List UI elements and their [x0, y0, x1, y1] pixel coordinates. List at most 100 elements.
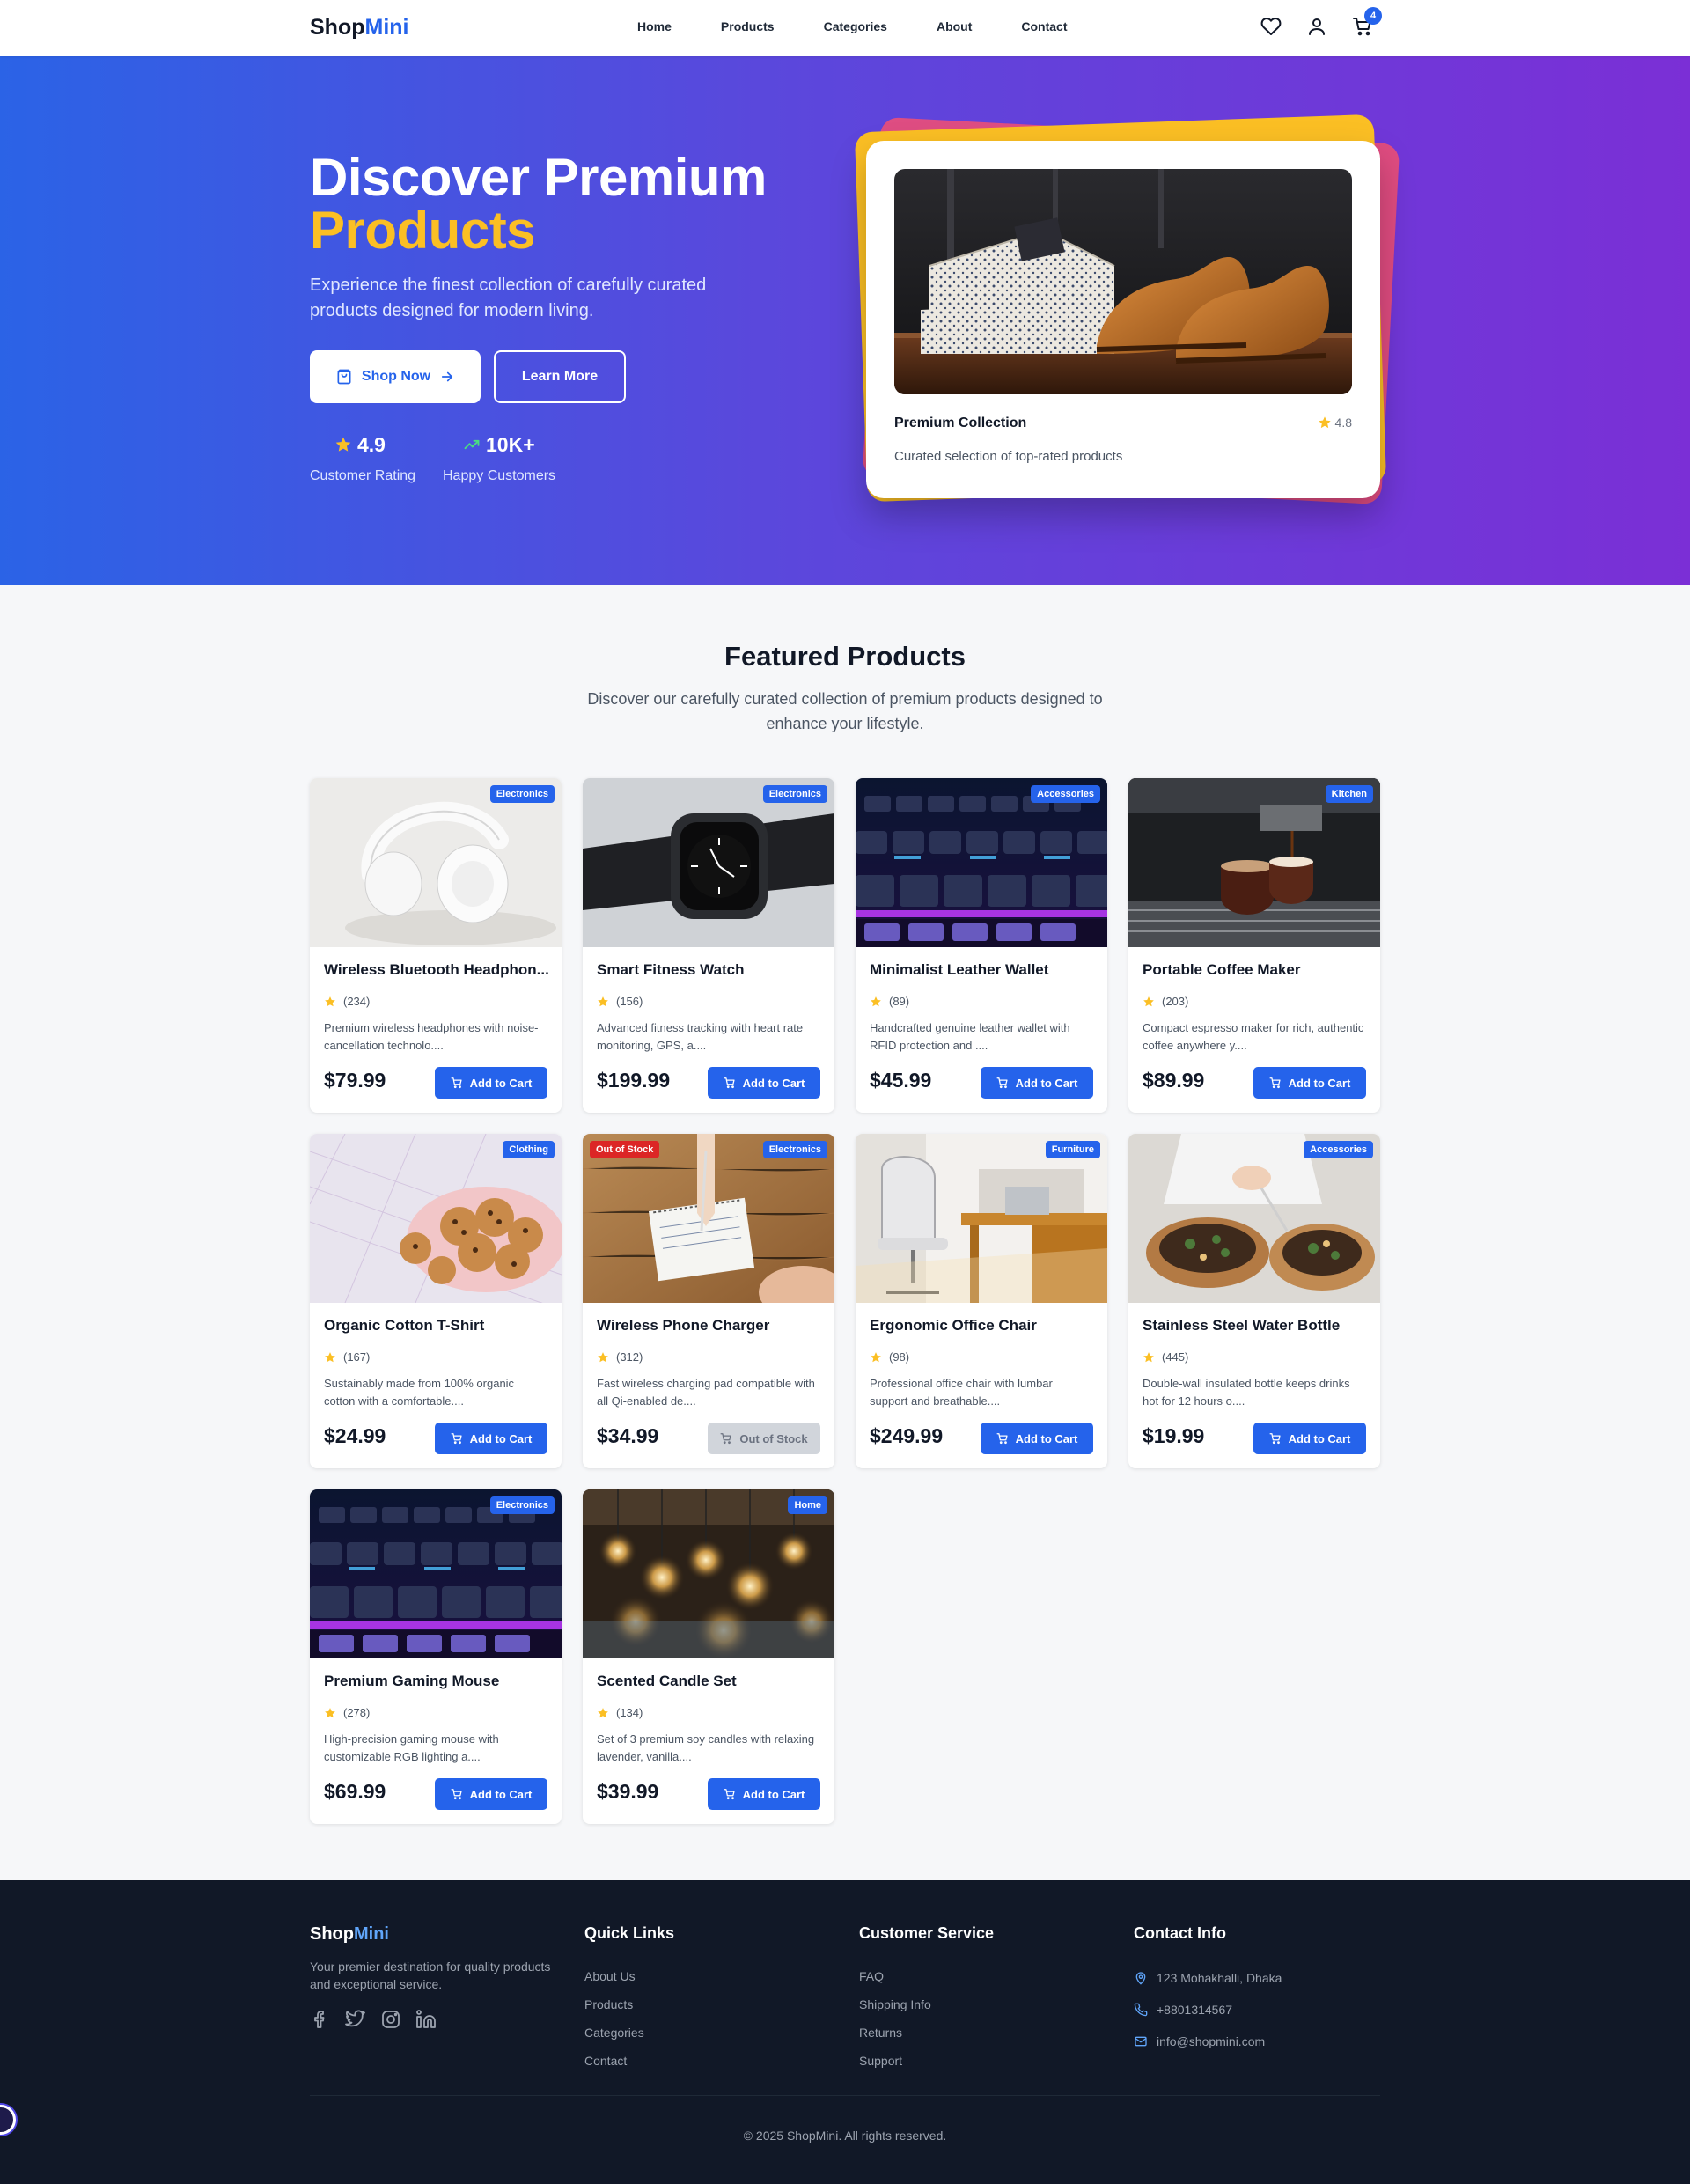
contact-email[interactable]: info@shopmini.com: [1134, 2026, 1282, 2057]
product-image[interactable]: [856, 1134, 1107, 1303]
product-image[interactable]: [1128, 778, 1380, 947]
add-to-cart-button[interactable]: Add to Cart: [981, 1067, 1093, 1099]
product-image[interactable]: [583, 778, 834, 947]
add-to-cart-button[interactable]: Add to Cart: [708, 1778, 820, 1810]
product-image[interactable]: [1128, 1134, 1380, 1303]
nav-link-categories[interactable]: Categories: [824, 19, 887, 33]
product-price: $89.99: [1143, 1069, 1205, 1092]
hero-featured-card[interactable]: Premium Collection 4.8 Curated selection…: [866, 141, 1380, 498]
product-name[interactable]: Wireless Phone Charger: [597, 1317, 822, 1335]
product-image[interactable]: [310, 778, 562, 947]
footer-link-faq[interactable]: FAQ: [859, 1962, 994, 1990]
product-card[interactable]: Electronics Smart Fitness Watch (156) Ad…: [583, 778, 834, 1113]
twitter-icon[interactable]: [345, 2009, 366, 2030]
footer-link-products[interactable]: Products: [584, 1990, 674, 2019]
product-name[interactable]: Minimalist Leather Wallet: [870, 961, 1095, 979]
nav-link-products[interactable]: Products: [721, 19, 775, 33]
review-count: (98): [889, 1350, 910, 1364]
button-label: Add to Cart: [469, 1076, 533, 1090]
product-name[interactable]: Portable Coffee Maker: [1143, 961, 1368, 979]
product-name[interactable]: Organic Cotton T-Shirt: [324, 1317, 549, 1335]
add-to-cart-button[interactable]: Add to Cart: [435, 1423, 547, 1454]
product-image[interactable]: [583, 1489, 834, 1658]
shopping-bag-icon: [335, 368, 353, 386]
hero-product-image: [894, 169, 1352, 394]
product-name[interactable]: Scented Candle Set: [597, 1673, 822, 1690]
star-icon: [870, 1351, 882, 1364]
review-count: (134): [616, 1706, 643, 1719]
product-card[interactable]: Out of Stock Electronics Wireless Phone …: [583, 1134, 834, 1468]
stat-customers: 10K+: [463, 431, 535, 458]
button-label: Add to Cart: [742, 1787, 805, 1801]
product-image[interactable]: [856, 778, 1107, 947]
product-card[interactable]: Accessories Stainless Steel Water Bottle…: [1128, 1134, 1380, 1468]
product-name[interactable]: Ergonomic Office Chair: [870, 1317, 1095, 1335]
product-card[interactable]: Kitchen Portable Coffee Maker (203) Comp…: [1128, 778, 1380, 1113]
linkedin-icon[interactable]: [415, 2009, 437, 2030]
logo[interactable]: ShopMini: [310, 15, 409, 40]
footer-link-shipping-info[interactable]: Shipping Info: [859, 1990, 994, 2019]
product-description: Fast wireless charging pad compatible wi…: [597, 1377, 815, 1408]
contact-phone[interactable]: +8801314567: [1134, 1994, 1282, 2026]
button-label: Add to Cart: [469, 1431, 533, 1445]
product-image[interactable]: [310, 1489, 562, 1658]
customer-service-title: Customer Service: [859, 1924, 995, 1942]
product-card[interactable]: Furniture Ergonomic Office Chair (98) Pr…: [856, 1134, 1107, 1468]
nav-link-home[interactable]: Home: [637, 19, 672, 33]
learn-more-button[interactable]: Learn More: [494, 350, 626, 403]
cart-icon[interactable]: 4: [1352, 7, 1382, 37]
product-card[interactable]: Accessories Minimalist Leather Wallet (8…: [856, 778, 1107, 1113]
category-badge: Furniture: [1045, 1141, 1100, 1158]
category-badge: Home: [788, 1496, 827, 1514]
product-card[interactable]: Clothing Organic Cotton T-Shirt (167) Su…: [310, 1134, 562, 1468]
review-count: (203): [1162, 995, 1189, 1008]
product-card[interactable]: Electronics Wireless Bluetooth Headphon.…: [310, 778, 562, 1113]
facebook-icon[interactable]: [310, 2009, 331, 2030]
hero-card-rating: 4.8: [1318, 415, 1352, 430]
star-icon: [1143, 996, 1155, 1008]
out-of-stock-badge: Out of Stock: [590, 1141, 660, 1158]
product-card[interactable]: Home Scented Candle Set (134) Set of 3 p…: [583, 1489, 834, 1824]
footer-logo[interactable]: ShopMini: [310, 1924, 389, 1945]
add-to-cart-button[interactable]: Add to Cart: [708, 1067, 820, 1099]
product-rating: (278): [324, 1706, 370, 1719]
product-description: High-precision gaming mouse with customi…: [324, 1732, 499, 1763]
nav-link-about[interactable]: About: [937, 19, 972, 33]
product-rating: (234): [324, 995, 370, 1008]
add-to-cart-button[interactable]: Add to Cart: [435, 1067, 547, 1099]
user-icon[interactable]: [1306, 16, 1327, 37]
product-rating: (98): [870, 1350, 909, 1364]
cart-icon: [724, 1788, 736, 1800]
footer-link-categories[interactable]: Categories: [584, 2019, 674, 2047]
add-to-cart-button[interactable]: Add to Cart: [1253, 1423, 1366, 1454]
product-image[interactable]: [310, 1134, 562, 1303]
button-label: Add to Cart: [469, 1787, 533, 1801]
cart-icon: [996, 1077, 1009, 1089]
footer-link-returns[interactable]: Returns: [859, 2019, 994, 2047]
product-name[interactable]: Premium Gaming Mouse: [324, 1673, 549, 1690]
product-price: $249.99: [870, 1424, 944, 1447]
product-rating: (312): [597, 1350, 643, 1364]
add-to-cart-button[interactable]: Add to Cart: [981, 1423, 1093, 1454]
product-name[interactable]: Stainless Steel Water Bottle: [1143, 1317, 1368, 1335]
star-icon: [324, 1351, 336, 1364]
add-to-cart-button[interactable]: Add to Cart: [1253, 1067, 1366, 1099]
footer-link-about-us[interactable]: About Us: [584, 1962, 674, 1990]
footer-link-support[interactable]: Support: [859, 2047, 994, 2075]
product-image[interactable]: [583, 1134, 834, 1303]
footer-link-contact[interactable]: Contact: [584, 2047, 674, 2075]
category-badge: Accessories: [1031, 785, 1100, 803]
footer-customer-service: Customer Service FAQ Shipping Info Retur…: [859, 1924, 994, 2075]
product-card[interactable]: Electronics Premium Gaming Mouse (278) H…: [310, 1489, 562, 1824]
contact-address: 123 Mohakhalli, Dhaka: [1134, 1962, 1282, 1994]
product-name[interactable]: Smart Fitness Watch: [597, 961, 822, 979]
product-price: $79.99: [324, 1069, 386, 1092]
instagram-icon[interactable]: [380, 2009, 401, 2030]
product-name[interactable]: Wireless Bluetooth Headphon...: [324, 961, 549, 979]
nav-link-contact[interactable]: Contact: [1021, 19, 1067, 33]
add-to-cart-button[interactable]: Add to Cart: [435, 1778, 547, 1810]
star-icon: [324, 1707, 336, 1719]
shop-now-button[interactable]: Shop Now: [310, 350, 481, 403]
category-badge: Electronics: [762, 1141, 827, 1158]
heart-icon[interactable]: [1260, 16, 1282, 37]
